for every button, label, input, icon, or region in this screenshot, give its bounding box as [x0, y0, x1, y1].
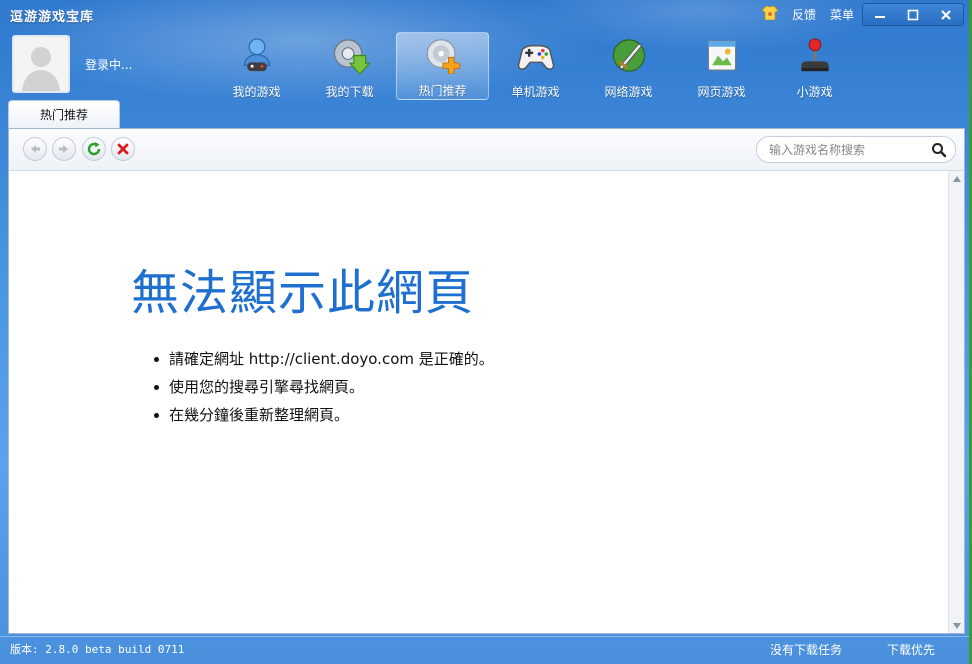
download-task-status[interactable]: 没有下载任务	[770, 641, 842, 658]
nav-item-single-games[interactable]: 单机游戏	[489, 32, 582, 100]
refresh-icon	[87, 142, 101, 156]
download-priority-toggle[interactable]: 下载优先	[887, 641, 935, 658]
nav-label: 网络游戏	[604, 85, 653, 99]
error-page: 無法顯示此網頁 請確定網址 http://client.doyo.com 是正確…	[9, 171, 949, 633]
gamer-icon	[243, 38, 270, 72]
skin-icon[interactable]	[761, 5, 779, 23]
feedback-link[interactable]: 反馈	[792, 6, 816, 23]
triangle-up-icon	[952, 175, 961, 182]
browser-toolbar	[9, 129, 964, 171]
avatar[interactable]	[12, 35, 70, 93]
nav-item-my-downloads[interactable]: 我的下载	[303, 32, 396, 100]
top-links: 反馈 菜单	[761, 5, 854, 23]
triangle-down-icon	[952, 622, 961, 629]
arrow-left-icon	[31, 145, 40, 153]
scroll-down-button[interactable]	[949, 618, 964, 633]
version-label: 版本: 2.8.0 beta build 0711	[10, 643, 185, 656]
refresh-button[interactable]	[82, 137, 106, 161]
scroll-up-button[interactable]	[949, 171, 964, 186]
nav-label: 我的游戏	[232, 85, 281, 99]
nav-label: 热门推荐	[418, 84, 467, 98]
maximize-button[interactable]	[901, 6, 925, 24]
nav-label: 小游戏	[796, 85, 833, 99]
list-item: 使用您的搜尋引擎尋找網頁。	[154, 373, 494, 401]
nav-item-web-games[interactable]: 网页游戏	[675, 32, 768, 100]
nav-label: 我的下载	[325, 85, 374, 99]
default-avatar-icon	[14, 37, 68, 91]
joystick-icon	[800, 38, 829, 72]
login-status: 登录中...	[85, 58, 133, 72]
search-icon[interactable]	[931, 142, 947, 158]
minimize-icon	[874, 15, 885, 18]
maximize-icon	[907, 9, 919, 20]
app-title: 逗游游戏宝库	[10, 10, 95, 25]
close-icon	[941, 9, 952, 20]
minimize-button[interactable]	[868, 6, 892, 24]
nav-item-my-games[interactable]: 我的游戏	[210, 32, 303, 100]
status-divider	[0, 636, 972, 637]
recommend-icon	[426, 39, 460, 74]
nav-item-online-games[interactable]: 网络游戏	[582, 32, 675, 100]
nav-item-mini-games[interactable]: 小游戏	[768, 32, 861, 100]
forward-button[interactable]	[52, 137, 76, 161]
search-box	[756, 136, 956, 163]
error-title: 無法顯示此網頁	[131, 265, 475, 321]
app-window: 逗游游戏宝库 反馈 菜单 登录中... 我的游戏 我的下载 热门推荐 单机游戏 …	[0, 0, 972, 664]
browser-panel: 無法顯示此網頁 請確定網址 http://client.doyo.com 是正確…	[8, 128, 965, 634]
webpage-icon	[707, 40, 736, 71]
stop-icon	[117, 143, 129, 155]
nav-label: 单机游戏	[511, 85, 560, 99]
status-bar: 版本: 2.8.0 beta build 0711 没有下载任务 下载优先	[0, 636, 972, 664]
menu-link[interactable]: 菜单	[830, 6, 854, 23]
arrow-right-icon	[59, 145, 68, 153]
main-nav: 我的游戏 我的下载 热门推荐 单机游戏 网络游戏 网页游戏 小游戏	[210, 32, 861, 100]
stop-button[interactable]	[111, 137, 135, 161]
nav-label: 网页游戏	[697, 85, 746, 99]
download-icon	[333, 39, 370, 75]
close-button[interactable]	[934, 6, 958, 24]
search-input[interactable]	[769, 142, 929, 157]
list-item: 請確定網址 http://client.doyo.com 是正確的。	[154, 345, 494, 373]
gamepad-icon	[517, 44, 554, 70]
list-item: 在幾分鐘後重新整理網頁。	[154, 401, 494, 429]
window-controls	[862, 3, 964, 26]
sword-icon	[612, 39, 645, 72]
nav-item-hot-recommend[interactable]: 热门推荐	[396, 32, 489, 100]
tab-hot-recommend[interactable]: 热门推荐	[8, 100, 120, 128]
back-button[interactable]	[23, 137, 47, 161]
error-suggestions: 請確定網址 http://client.doyo.com 是正確的。 使用您的搜…	[154, 345, 494, 429]
vertical-scrollbar[interactable]	[948, 171, 964, 633]
